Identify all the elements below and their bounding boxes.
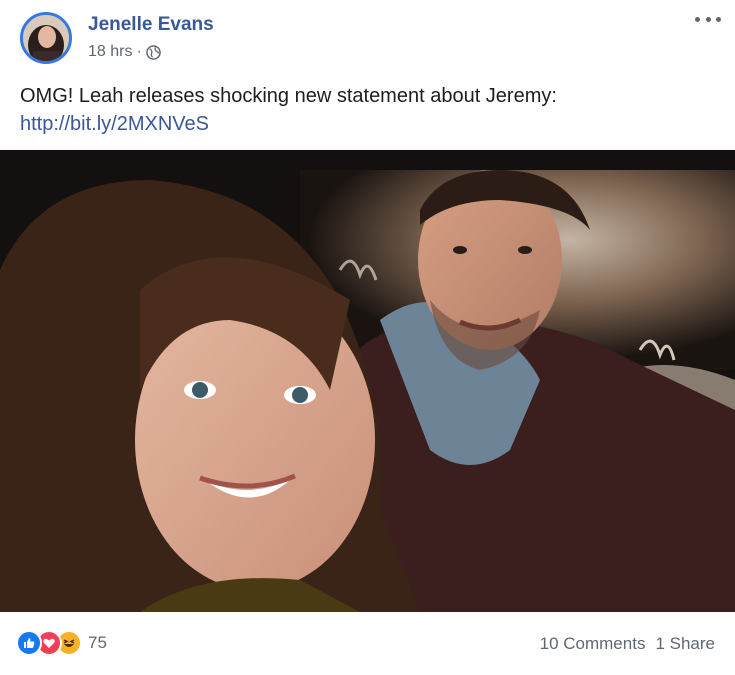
more-options-icon[interactable] xyxy=(695,8,721,30)
post-photo[interactable] xyxy=(0,150,735,612)
post-meta: 18 hrs · xyxy=(88,43,161,61)
shares-count[interactable]: 1 Share xyxy=(655,634,715,654)
post-header: Jenelle Evans 18 hrs · xyxy=(0,0,735,70)
post-link[interactable]: http://bit.ly/2MXNVeS xyxy=(20,110,710,138)
engagement-stats: 10 Comments 1 Share xyxy=(540,634,715,654)
globe-icon[interactable] xyxy=(145,44,161,60)
post-message: OMG! Leah releases shocking new statemen… xyxy=(20,85,557,107)
reactions-summary[interactable]: 75 xyxy=(16,630,107,656)
author-name[interactable]: Jenelle Evans xyxy=(88,14,214,36)
post-time[interactable]: 18 hrs xyxy=(88,43,132,61)
author-avatar[interactable] xyxy=(20,12,72,64)
post-footer: 75 10 Comments 1 Share xyxy=(0,612,735,675)
reaction-count[interactable]: 75 xyxy=(88,633,107,653)
facebook-post: Jenelle Evans 18 hrs · OMG! Leah release… xyxy=(0,0,735,675)
like-icon xyxy=(16,630,42,656)
meta-separator: · xyxy=(136,43,142,60)
comments-count[interactable]: 10 Comments xyxy=(540,634,646,654)
post-text: OMG! Leah releases shocking new statemen… xyxy=(20,82,710,138)
